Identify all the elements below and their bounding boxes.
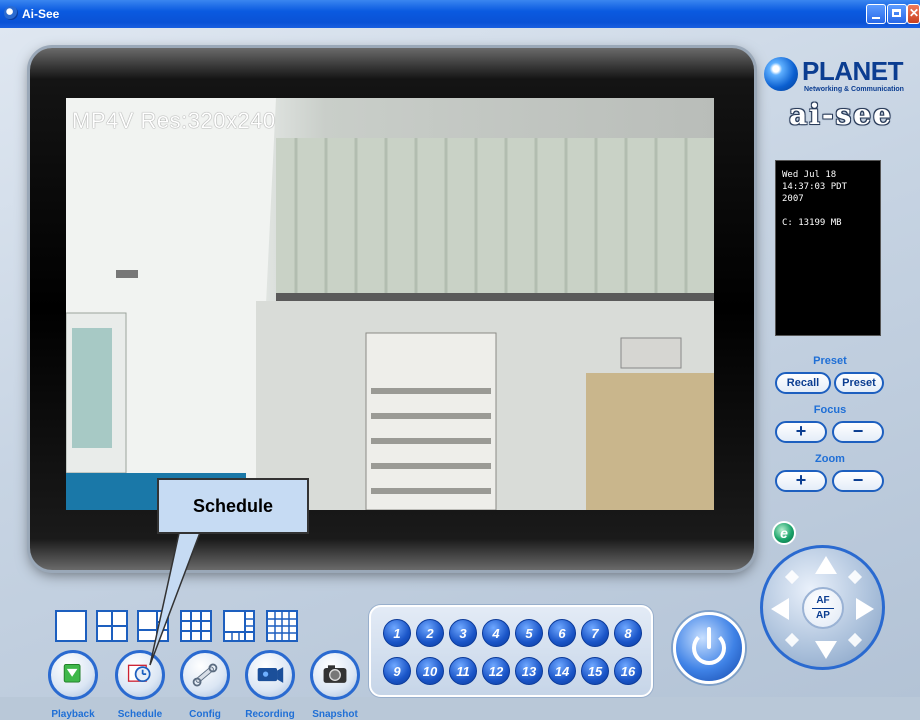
preset-button[interactable]: Preset (834, 372, 884, 394)
planet-logo-text: PLANET (802, 56, 904, 86)
channel-panel: 1 2 3 4 5 6 7 8 9 10 11 12 13 14 15 16 (369, 605, 653, 697)
channel-9-button[interactable]: 9 (383, 657, 411, 685)
channel-4-button[interactable]: 4 (482, 619, 510, 647)
ie-icon[interactable]: e (772, 521, 796, 545)
channel-6-button[interactable]: 6 (548, 619, 576, 647)
layout-1x1-button[interactable] (55, 610, 87, 642)
schedule-icon (127, 664, 151, 683)
pan-left-arrow-icon[interactable] (771, 598, 789, 620)
channel-13-button[interactable]: 13 (515, 657, 543, 685)
focus-label: Focus (813, 404, 847, 416)
camera-scene (66, 98, 714, 510)
snapshot-button[interactable] (310, 650, 360, 700)
minimize-button[interactable] (866, 4, 886, 24)
pan-down-left-icon[interactable] (784, 632, 800, 648)
status-info-box: Wed Jul 18 14:37:03 PDT 2007 C: 13199 MB (775, 160, 881, 336)
planet-tagline: Networking & Communication (804, 86, 904, 93)
layout-1plus-button[interactable] (137, 610, 169, 642)
app-body: MP4V Res:320x240 PLANET Networking & Com… (0, 28, 920, 720)
pan-down-arrow-icon[interactable] (815, 641, 837, 659)
ptz-joystick[interactable]: AF AP (760, 545, 885, 670)
config-button[interactable] (180, 650, 230, 700)
video-monitor-frame: MP4V Res:320x240 (30, 48, 754, 570)
live-video-view[interactable]: MP4V Res:320x240 (66, 98, 714, 510)
pan-down-right-icon[interactable] (847, 632, 863, 648)
app-icon (4, 6, 18, 20)
channel-2-button[interactable]: 2 (416, 619, 444, 647)
info-disk-space: C: 13199 MB (782, 218, 842, 228)
playback-icon (63, 664, 81, 683)
layout-4x4-button[interactable] (266, 610, 298, 642)
recall-button[interactable]: Recall (775, 372, 831, 394)
zoom-plus-button[interactable]: + (775, 470, 827, 492)
channel-3-button[interactable]: 3 (449, 619, 477, 647)
layout-1plus7-button[interactable] (223, 610, 255, 642)
config-icon (192, 663, 218, 687)
pan-up-arrow-icon[interactable] (815, 556, 837, 574)
close-button[interactable] (907, 4, 920, 24)
schedule-callout: Schedule (157, 478, 309, 534)
schedule-label: Schedule (117, 709, 163, 720)
snapshot-icon (323, 665, 347, 683)
info-time: 14:37:03 PDT (782, 182, 848, 192)
video-resolution-overlay: MP4V Res:320x240 (72, 108, 276, 133)
channel-12-button[interactable]: 12 (482, 657, 510, 685)
info-date: Wed Jul 18 (782, 170, 837, 180)
planet-globe-icon (764, 57, 798, 91)
focus-plus-button[interactable]: + (775, 421, 827, 443)
channel-14-button[interactable]: 14 (548, 657, 576, 685)
pan-up-left-icon[interactable] (784, 569, 800, 585)
zoom-label: Zoom (815, 453, 845, 465)
layout-2x2-button[interactable] (96, 610, 128, 642)
pan-right-arrow-icon[interactable] (856, 598, 874, 620)
preset-label: Preset (813, 355, 847, 367)
recording-label: Recording (245, 709, 295, 720)
channel-1-button[interactable]: 1 (383, 619, 411, 647)
af-ap-button[interactable]: AF AP (802, 587, 844, 629)
maximize-button[interactable] (887, 4, 907, 24)
layout-3x3-button[interactable] (180, 610, 212, 642)
channel-16-button[interactable]: 16 (614, 657, 642, 685)
playback-button[interactable] (48, 650, 98, 700)
channel-7-button[interactable]: 7 (581, 619, 609, 647)
channel-11-button[interactable]: 11 (449, 657, 477, 685)
title-bar: Ai-See (0, 0, 920, 28)
snapshot-label: Snapshot (312, 709, 358, 720)
af-label: AF (816, 595, 830, 606)
channel-8-button[interactable]: 8 (614, 619, 642, 647)
aisee-logo: ai-see (789, 98, 893, 131)
zoom-minus-button[interactable]: − (832, 470, 884, 492)
ap-label: AP (816, 610, 830, 621)
playback-label: Playback (51, 709, 95, 720)
info-year: 2007 (782, 194, 804, 204)
pan-up-right-icon[interactable] (847, 569, 863, 585)
recording-icon (257, 667, 284, 683)
planet-logo: PLANET Networking & Communication (764, 54, 914, 98)
config-label: Config (189, 709, 221, 720)
power-button[interactable] (673, 612, 745, 684)
channel-10-button[interactable]: 10 (416, 657, 444, 685)
window-title: Ai-See (22, 7, 60, 21)
focus-minus-button[interactable]: − (832, 421, 884, 443)
channel-15-button[interactable]: 15 (581, 657, 609, 685)
schedule-button[interactable] (115, 650, 165, 700)
recording-button[interactable] (245, 650, 295, 700)
channel-5-button[interactable]: 5 (515, 619, 543, 647)
